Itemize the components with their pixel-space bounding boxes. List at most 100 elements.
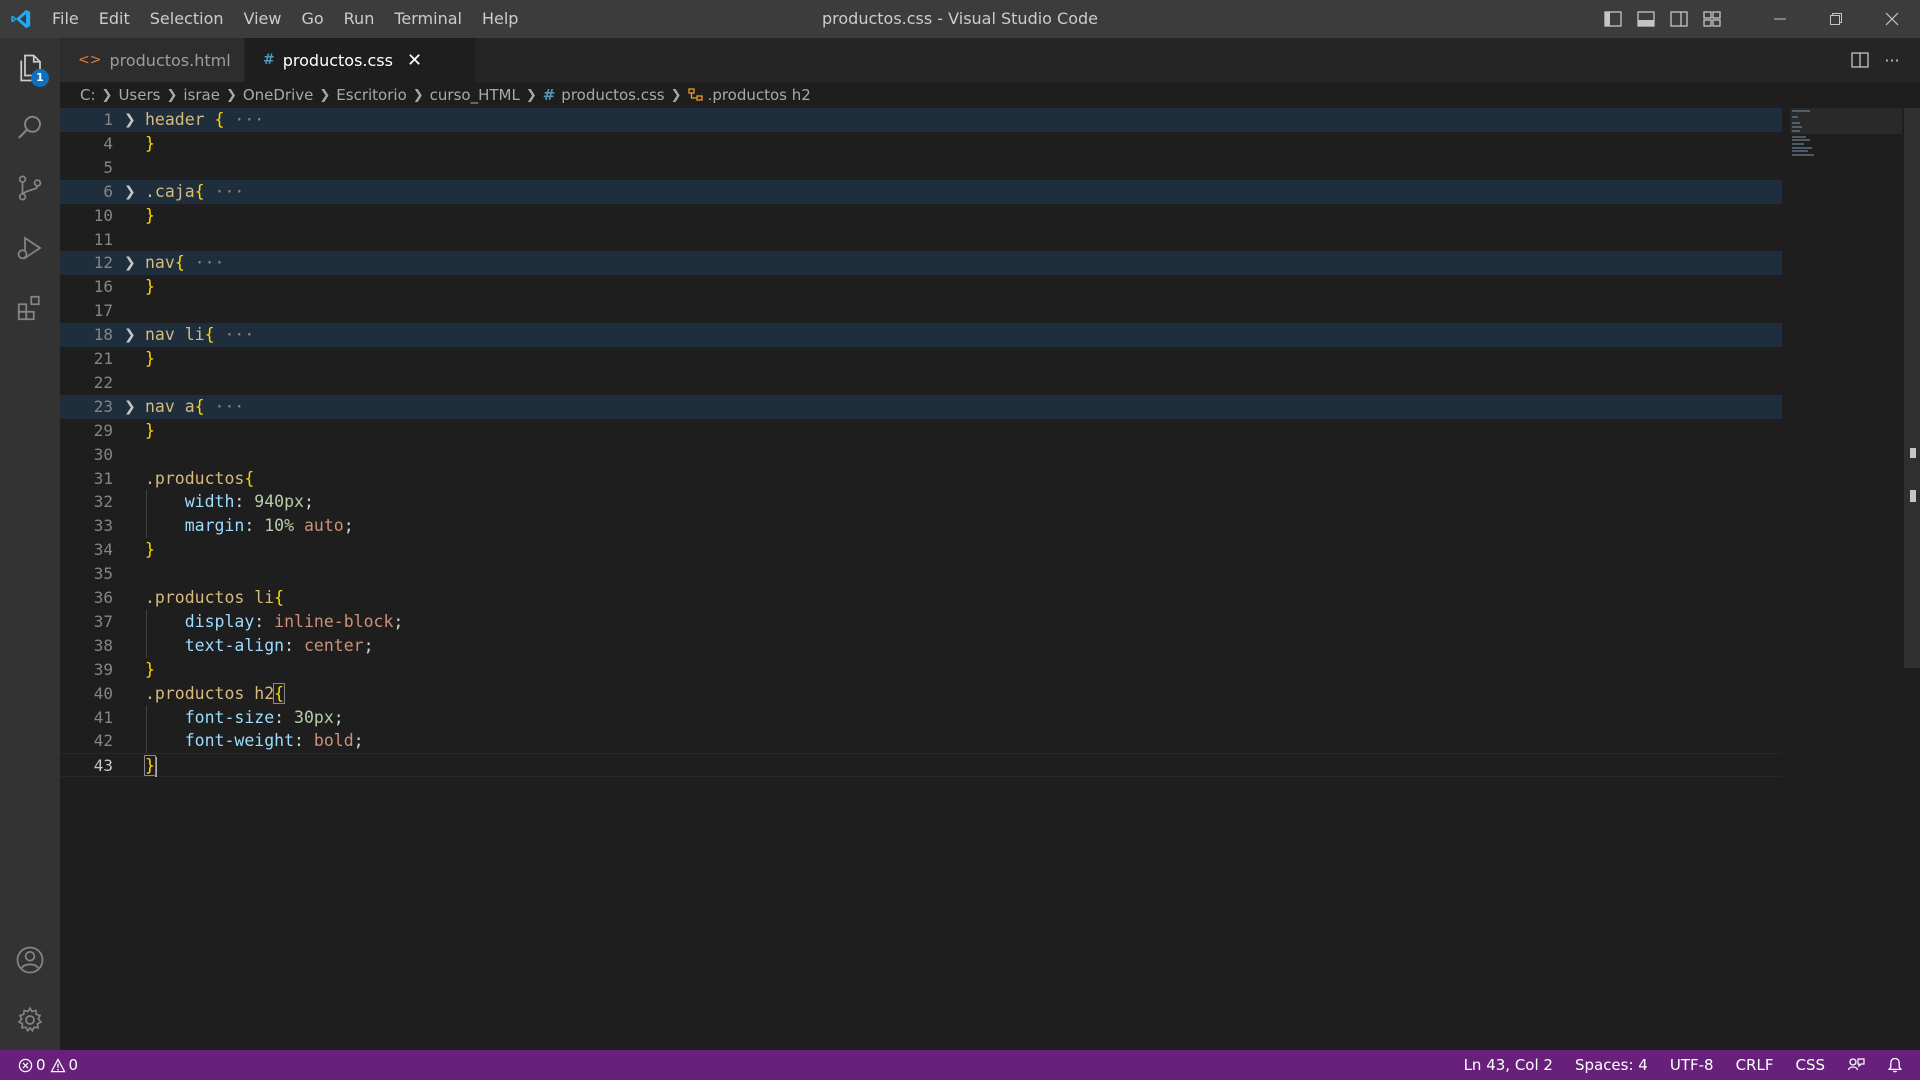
code-text: } — [145, 132, 155, 156]
feedback-icon[interactable] — [1836, 1050, 1876, 1080]
menu-item-go[interactable]: Go — [291, 0, 333, 38]
code-line[interactable]: 41 font-size: 30px; — [60, 706, 1782, 730]
breadcrumb-item[interactable]: Escritorio — [336, 86, 406, 104]
code-line[interactable]: 1 ❯ header { ··· — [60, 108, 1782, 132]
code-line[interactable]: 33 margin: 10% auto; — [60, 514, 1782, 538]
language-mode[interactable]: CSS — [1784, 1050, 1836, 1080]
code-line[interactable]: 18 ❯ nav li{ ··· — [60, 323, 1782, 348]
breadcrumb-item[interactable]: curso_HTML — [430, 86, 520, 104]
code-token-brace: { — [194, 396, 205, 416]
tab-productos-html[interactable]: <> productos.html — [60, 38, 245, 82]
menu-item-terminal[interactable]: Terminal — [384, 0, 472, 38]
code-line[interactable]: 6 ❯ .caja{ ··· — [60, 179, 1782, 204]
code-line[interactable]: 17 — [60, 299, 1782, 323]
warning-count: 0 — [68, 1056, 79, 1074]
run-debug-icon[interactable] — [0, 218, 60, 278]
accounts-icon[interactable] — [0, 930, 60, 990]
customize-layout-icon[interactable] — [1695, 0, 1728, 38]
close-window-icon[interactable] — [1864, 0, 1920, 38]
notifications-bell-icon[interactable] — [1876, 1050, 1914, 1080]
code-text: text-align: center; — [145, 634, 374, 658]
toggle-primary-sidebar-icon[interactable] — [1596, 0, 1629, 38]
code-line[interactable]: 22 — [60, 371, 1782, 395]
code-token-sel: .productos h2 — [145, 683, 275, 703]
fold-chevron-icon[interactable]: ❯ — [124, 251, 136, 275]
code-line[interactable]: 21} — [60, 347, 1782, 371]
code-line[interactable]: 12 ❯ nav{ ··· — [60, 251, 1782, 276]
menu-item-help[interactable]: Help — [472, 0, 528, 38]
code-line[interactable]: 34} — [60, 538, 1782, 562]
code-line[interactable]: 40 .productos h2{ — [60, 682, 1782, 706]
breadcrumb-item[interactable]: OneDrive — [243, 86, 314, 104]
editor-actions: ··· — [1844, 38, 1920, 82]
code-line[interactable]: 10} — [60, 204, 1782, 228]
minimize-icon[interactable] — [1752, 0, 1808, 38]
cursor-position[interactable]: Ln 43, Col 2 — [1453, 1050, 1564, 1080]
code-text: header { ··· — [145, 108, 264, 132]
minimap-slider[interactable] — [1790, 108, 1902, 134]
explorer-icon[interactable]: 1 — [0, 38, 60, 98]
code-token-brace: } — [145, 133, 155, 153]
code-text: display: inline-block; — [145, 610, 404, 634]
code-token-punc: : — [274, 707, 295, 727]
vertical-scrollbar[interactable] — [1904, 108, 1920, 668]
code-line[interactable]: 16} — [60, 275, 1782, 299]
breadcrumb-item[interactable]: C: — [80, 86, 96, 104]
code-token-punc: ; — [363, 635, 374, 655]
end-of-line[interactable]: CRLF — [1725, 1050, 1785, 1080]
restore-icon[interactable] — [1808, 0, 1864, 38]
breadcrumb-item[interactable]: .productos h2 — [708, 86, 811, 104]
code-line[interactable]: 36 .productos li{ — [60, 586, 1782, 610]
extensions-icon[interactable] — [0, 278, 60, 338]
code-line[interactable]: 42 font-weight: bold; — [60, 729, 1782, 753]
manage-gear-icon[interactable] — [0, 990, 60, 1050]
vscode-logo-icon — [0, 0, 42, 38]
code-line[interactable]: 39} — [60, 658, 1782, 682]
line-number: 1 — [103, 110, 113, 129]
breadcrumb-item[interactable]: productos.css — [561, 86, 664, 104]
code-line[interactable]: 43} — [60, 753, 1782, 778]
code-editor[interactable]: 1 ❯ header { ··· 4} 5 6 ❯ .caja{ ··· 10} 11 12 ❯ nav… — [60, 108, 1920, 1050]
toggle-secondary-sidebar-icon[interactable] — [1662, 0, 1695, 38]
code-token-punc — [145, 731, 185, 750]
code-line[interactable]: 37 display: inline-block; — [60, 610, 1782, 634]
split-editor-icon[interactable] — [1844, 38, 1876, 82]
search-icon[interactable] — [0, 98, 60, 158]
menu-item-edit[interactable]: Edit — [89, 0, 140, 38]
code-line[interactable]: 4} — [60, 132, 1782, 156]
menu-item-view[interactable]: View — [234, 0, 292, 38]
code-token-brace: { — [174, 253, 185, 273]
line-number: 42 — [93, 731, 113, 751]
code-line[interactable]: 38 text-align: center; — [60, 634, 1782, 658]
problems-indicator[interactable]: 0 0 — [0, 1050, 78, 1080]
fold-chevron-icon[interactable]: ❯ — [124, 180, 136, 204]
code-line[interactable]: 11 — [60, 228, 1782, 252]
close-tab-icon[interactable]: ✕ — [407, 50, 422, 71]
fold-chevron-icon[interactable]: ❯ — [124, 323, 136, 347]
fold-chevron-icon[interactable]: ❯ — [124, 108, 136, 132]
tab-productos-css[interactable]: # productos.css ✕ — [245, 38, 475, 82]
line-number: 30 — [93, 444, 113, 464]
more-actions-icon[interactable]: ··· — [1876, 38, 1908, 82]
code-line[interactable]: 32 width: 940px; — [60, 490, 1782, 514]
code-line[interactable]: 31 .productos{ — [60, 467, 1782, 491]
fold-chevron-icon[interactable]: ❯ — [124, 395, 136, 419]
code-line[interactable]: 35 — [60, 562, 1782, 586]
breadcrumb-item[interactable]: Users — [118, 86, 160, 104]
code-text: .caja{ ··· — [145, 180, 244, 204]
indentation[interactable]: Spaces: 4 — [1564, 1050, 1659, 1080]
minimap[interactable] — [1790, 108, 1902, 168]
menu-item-file[interactable]: File — [42, 0, 89, 38]
breadcrumb-item[interactable]: israe — [183, 86, 220, 104]
line-number: 33 — [93, 516, 113, 536]
code-line[interactable]: 30 — [60, 443, 1782, 467]
encoding[interactable]: UTF-8 — [1659, 1050, 1725, 1080]
code-line[interactable]: 23 ❯ nav a{ ··· — [60, 394, 1782, 419]
toggle-panel-icon[interactable] — [1629, 0, 1662, 38]
menu-item-run[interactable]: Run — [334, 0, 385, 38]
menu-item-selection[interactable]: Selection — [140, 0, 234, 38]
source-control-icon[interactable] — [0, 158, 60, 218]
code-line[interactable]: 29} — [60, 419, 1782, 443]
code-line[interactable]: 5 — [60, 156, 1782, 180]
code-token-punc — [145, 612, 185, 631]
